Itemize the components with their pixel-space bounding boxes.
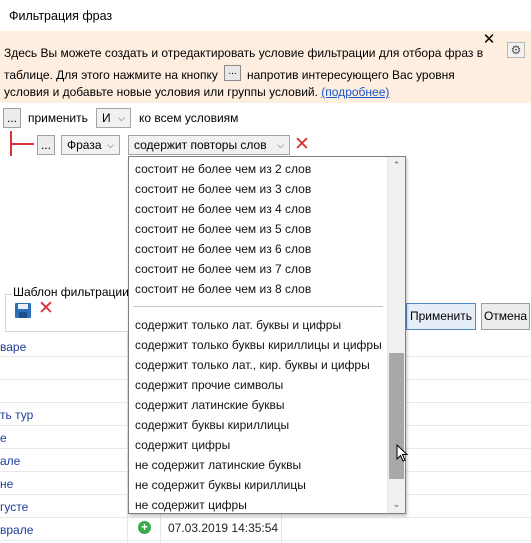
info-line-2a: таблице. Для этого нажмите на кнопку (4, 68, 218, 82)
dropdown-item[interactable]: состоит не более чем из 2 слов (129, 159, 387, 179)
dropdown-separator (129, 299, 387, 315)
table-cell[interactable]: не (0, 477, 13, 491)
table-cell[interactable]: е (0, 431, 7, 445)
title-bar: Фильтрация фраз (0, 0, 531, 31)
info-panel: Здесь Вы можете создать и отредактироват… (0, 31, 531, 103)
dropdown-item[interactable]: содержит только лат. буквы и цифры (129, 315, 387, 335)
field-select-value: Фраза (67, 138, 102, 152)
scroll-down-icon[interactable]: ⌄ (388, 496, 405, 513)
dropdown-item[interactable]: не содержит латинские буквы (129, 455, 387, 475)
field-select[interactable]: Фраза ⌵ (61, 135, 120, 155)
window-title: Фильтрация фраз (9, 9, 113, 23)
mouse-cursor-icon (396, 444, 408, 462)
dropdown-items: состоит не более чем из 2 слов состоит н… (129, 159, 387, 513)
dropdown-item[interactable]: состоит не более чем из 4 слов (129, 199, 387, 219)
dropdown-item[interactable]: содержит только буквы кириллицы и цифры (129, 335, 387, 355)
info-line-1: Здесь Вы можете создать и отредактироват… (4, 46, 484, 60)
dropdown-item[interactable]: содержит цифры (129, 435, 387, 455)
add-icon[interactable]: + (138, 521, 151, 534)
grid-row-line (0, 517, 531, 518)
logic-operator-select[interactable]: И ⌵ (96, 108, 131, 128)
chevron-down-icon: ⌵ (277, 140, 284, 150)
info-line-3: условия и добавьте новые условия или гру… (4, 85, 389, 99)
template-label: Шаблон фильтрации (12, 285, 130, 299)
condition-menu-button[interactable]: ... (37, 135, 55, 155)
all-conditions-label: ко всем условиям (139, 111, 239, 125)
dropdown-item[interactable]: содержит только лат., кир. буквы и цифры (129, 355, 387, 375)
root-menu-button[interactable]: ... (3, 108, 21, 128)
table-cell[interactable]: ть тур (0, 408, 33, 422)
close-icon[interactable]: ✕ (482, 32, 496, 47)
info-line-3-text: условия и добавьте новые условия или гру… (4, 85, 318, 99)
table-cell[interactable]: але (0, 454, 20, 468)
dropdown-item[interactable]: содержит буквы кириллицы (129, 415, 387, 435)
table-cell[interactable]: варе (0, 340, 26, 354)
apply-label: применить (28, 111, 88, 125)
info-line-2b: напротив интересующего Вас уровня (247, 68, 455, 82)
save-icon[interactable] (14, 302, 32, 319)
cancel-button[interactable]: Отмена (481, 303, 530, 330)
dropdown-item[interactable]: содержит латинские буквы (129, 395, 387, 415)
dropdown-item[interactable]: не содержит цифры (129, 495, 387, 513)
grid-row-line (0, 540, 531, 541)
dropdown-item[interactable]: состоит не более чем из 5 слов (129, 219, 387, 239)
operator-dropdown-list[interactable]: состоит не более чем из 2 слов состоит н… (128, 156, 406, 514)
chevron-down-icon: ⌵ (118, 113, 125, 123)
apply-button[interactable]: Применить (406, 303, 476, 330)
table-cell[interactable]: врале (0, 523, 33, 537)
info-inline-button: ... (224, 65, 241, 81)
operator-select[interactable]: содержит повторы слов ⌵ (128, 135, 290, 155)
delete-condition-icon[interactable]: ✕ (293, 135, 311, 154)
row-date: 07.03.2019 14:35:54 (168, 521, 279, 535)
table-cell[interactable]: густе (0, 500, 28, 514)
dropdown-item[interactable]: состоит не более чем из 8 слов (129, 279, 387, 299)
dropdown-item[interactable]: содержит прочие символы (129, 375, 387, 395)
dropdown-item[interactable]: состоит не более чем из 3 слов (129, 179, 387, 199)
logic-operator-value: И (102, 111, 111, 125)
more-info-link[interactable]: (подробнее) (321, 85, 389, 99)
dropdown-item[interactable]: не содержит буквы кириллицы (129, 475, 387, 495)
dropdown-item[interactable]: состоит не более чем из 7 слов (129, 259, 387, 279)
scroll-up-icon[interactable]: ⌃ (388, 157, 405, 174)
delete-template-icon[interactable]: ✕ (37, 299, 55, 318)
dropdown-item[interactable]: состоит не более чем из 6 слов (129, 239, 387, 259)
gear-icon[interactable]: ⚙ (507, 42, 525, 58)
tree-bracket-horizontal (10, 143, 34, 145)
operator-select-value: содержит повторы слов (134, 138, 267, 152)
chevron-down-icon: ⌵ (107, 140, 114, 150)
